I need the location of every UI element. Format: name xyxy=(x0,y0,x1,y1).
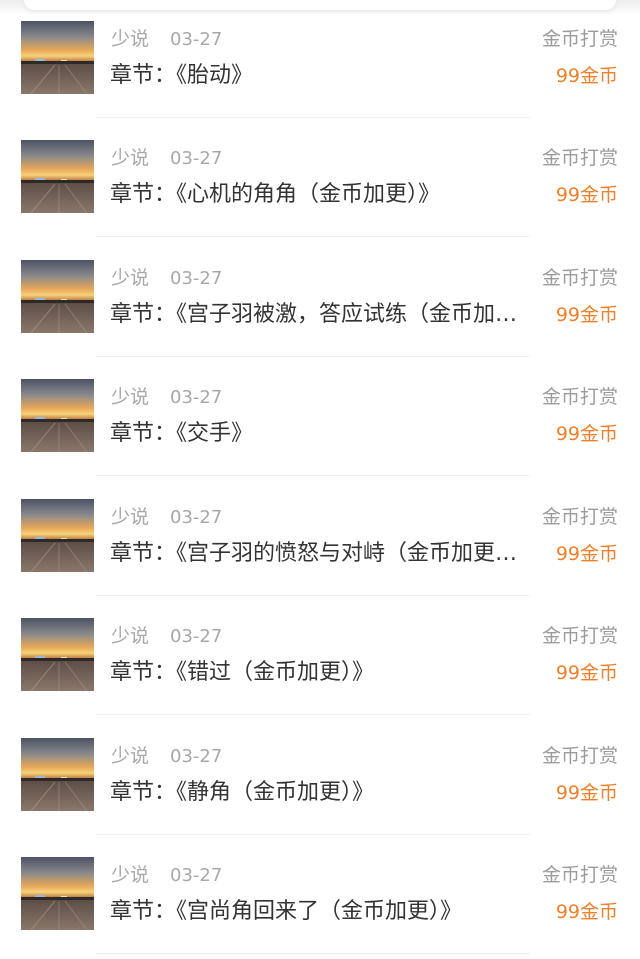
chapter-title: 章节：《静角（金币加更）》 xyxy=(110,780,375,805)
sunset-avatar-image xyxy=(21,21,94,94)
sunset-avatar-image xyxy=(21,618,94,691)
tip-amount: 99金币 xyxy=(555,543,618,565)
chapter-title: 章节：《宫子羽的愤怒与对峙（金币加更）》 xyxy=(110,541,522,566)
tip-type-label: 金币打赏 xyxy=(541,864,618,886)
record-date: 03-27 xyxy=(170,387,223,408)
avatar[interactable] xyxy=(21,499,94,572)
tip-amount: 99金币 xyxy=(555,901,618,923)
username: 少说 xyxy=(111,864,150,886)
tip-amount: 99金币 xyxy=(555,184,618,206)
sunset-avatar-image xyxy=(21,260,94,333)
chapter-title: 章节：《交手》 xyxy=(110,421,254,446)
divider xyxy=(96,475,530,476)
reward-record-item[interactable]: 少说 03-27 章节：《错过（金币加更）》 金币打赏 99金币 xyxy=(0,597,640,716)
divider xyxy=(96,595,530,596)
divider xyxy=(96,356,530,357)
reward-record-item[interactable]: 少说 03-27 章节：《心机的角角（金币加更）》 金币打赏 99金币 xyxy=(0,119,640,238)
tip-type-label: 金币打赏 xyxy=(541,386,618,408)
sunset-avatar-image xyxy=(21,499,94,572)
avatar[interactable] xyxy=(21,379,94,452)
username: 少说 xyxy=(111,28,150,50)
avatar[interactable] xyxy=(21,260,94,333)
chapter-title: 章节：《宫尚角回来了（金币加更）》 xyxy=(110,899,463,924)
tip-amount: 99金币 xyxy=(555,782,618,804)
avatar[interactable] xyxy=(21,140,94,213)
sunset-avatar-image xyxy=(21,140,94,213)
username: 少说 xyxy=(111,267,150,289)
username: 少说 xyxy=(111,506,150,528)
sunset-avatar-image xyxy=(21,379,94,452)
chapter-title: 章节：《宫子羽被激，答应试练（金币加更）》 xyxy=(110,302,522,327)
reward-record-item[interactable]: 少说 03-27 章节：《胎动》 金币打赏 99金币 xyxy=(0,0,640,119)
record-date: 03-27 xyxy=(170,268,223,289)
divider xyxy=(96,714,530,715)
divider xyxy=(96,117,530,118)
record-date: 03-27 xyxy=(170,865,223,886)
tip-type-label: 金币打赏 xyxy=(541,28,618,50)
avatar[interactable] xyxy=(21,857,94,930)
tip-amount: 99金币 xyxy=(555,423,618,445)
tip-type-label: 金币打赏 xyxy=(541,506,618,528)
sunset-avatar-image xyxy=(21,857,94,930)
sunset-avatar-image xyxy=(21,738,94,811)
username: 少说 xyxy=(111,625,150,647)
chapter-title: 章节：《心机的角角（金币加更）》 xyxy=(110,182,441,207)
reward-record-item[interactable]: 少说 03-27 章节：《宫子羽被激，答应试练（金币加更）》 金币打赏 99金币 xyxy=(0,239,640,358)
chapter-title: 章节：《胎动》 xyxy=(110,63,254,88)
tip-amount: 99金币 xyxy=(555,304,618,326)
avatar[interactable] xyxy=(21,738,94,811)
reward-record-item[interactable]: 少说 03-27 章节：《静角（金币加更）》 金币打赏 99金币 xyxy=(0,717,640,836)
reward-record-item[interactable]: 少说 03-27 章节：《交手》 金币打赏 99金币 xyxy=(0,358,640,477)
tip-amount: 99金币 xyxy=(555,662,618,684)
divider xyxy=(96,236,530,237)
record-date: 03-27 xyxy=(170,507,223,528)
record-date: 03-27 xyxy=(170,148,223,169)
avatar[interactable] xyxy=(21,618,94,691)
reward-record-item[interactable]: 少说 03-27 章节：《宫子羽的愤怒与对峙（金币加更）》 金币打赏 99金币 xyxy=(0,478,640,597)
tip-type-label: 金币打赏 xyxy=(541,147,618,169)
divider xyxy=(96,834,530,835)
tip-amount: 99金币 xyxy=(555,65,618,87)
tip-type-label: 金币打赏 xyxy=(541,267,618,289)
avatar[interactable] xyxy=(21,21,94,94)
username: 少说 xyxy=(111,745,150,767)
username: 少说 xyxy=(111,386,150,408)
tip-type-label: 金币打赏 xyxy=(541,745,618,767)
reward-record-item[interactable]: 少说 03-27 章节：《宫尚角回来了（金币加更）》 金币打赏 99金币 xyxy=(0,836,640,955)
divider xyxy=(96,953,530,954)
record-date: 03-27 xyxy=(170,29,223,50)
tip-type-label: 金币打赏 xyxy=(541,625,618,647)
username: 少说 xyxy=(111,147,150,169)
record-date: 03-27 xyxy=(170,746,223,767)
record-date: 03-27 xyxy=(170,626,223,647)
chapter-title: 章节：《错过（金币加更）》 xyxy=(110,660,375,685)
